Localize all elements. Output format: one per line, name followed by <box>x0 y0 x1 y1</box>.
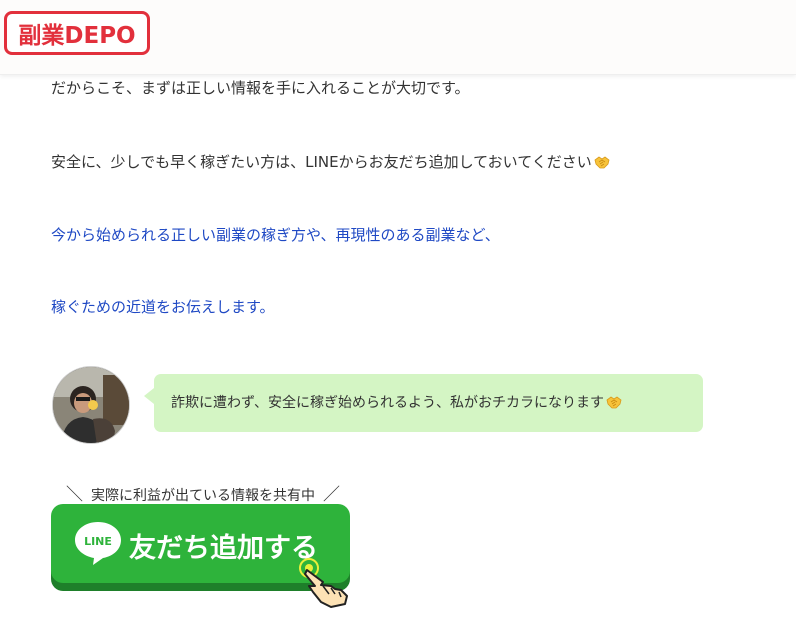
author-avatar <box>52 366 130 444</box>
site-logo[interactable]: 副業DEPO <box>4 11 150 55</box>
speech-bubble: 詐欺に遭わず、安全に稼ぎ始められるよう、私がおチカラになります <box>144 374 703 432</box>
person-photo-icon <box>53 367 129 443</box>
speech-text: 詐欺に遭わず、安全に稼ぎ始められるよう、私がおチカラになります <box>171 392 622 412</box>
line-logo-icon: LINE <box>75 522 121 565</box>
logo-text: 副業DEPO <box>18 23 136 49</box>
handshake-icon <box>606 396 622 409</box>
cta-caption: ＼ 実際に利益が出ている情報を共有中／ <box>66 485 340 505</box>
line-button-label: 友だち追加する <box>129 533 318 564</box>
line-add-friend-button[interactable]: LINE 友だち追加する <box>51 504 350 608</box>
pointing-hand-icon <box>299 558 348 608</box>
article-link-paragraph: 今から始められる正しい副業の稼ぎ方や、再現性のある副業など、 <box>51 226 500 244</box>
handshake-icon <box>594 156 610 169</box>
bubble-tail <box>144 388 154 404</box>
site-header: 副業DEPO <box>0 0 796 75</box>
article-content: だからこそ、まずは正しい情報を手に入れることが大切です。 安全に、少しでも早く稼… <box>0 0 796 627</box>
line-logo-text: LINE <box>84 535 112 548</box>
article-paragraph: だからこそ、まずは正しい情報を手に入れることが大切です。 <box>51 79 470 97</box>
article-link-paragraph: 稼ぐための近道をお伝えします。 <box>51 298 275 316</box>
article-paragraph: 安全に、少しでも早く稼ぎたい方は、LINEからお友だち追加しておいてください <box>51 152 610 172</box>
